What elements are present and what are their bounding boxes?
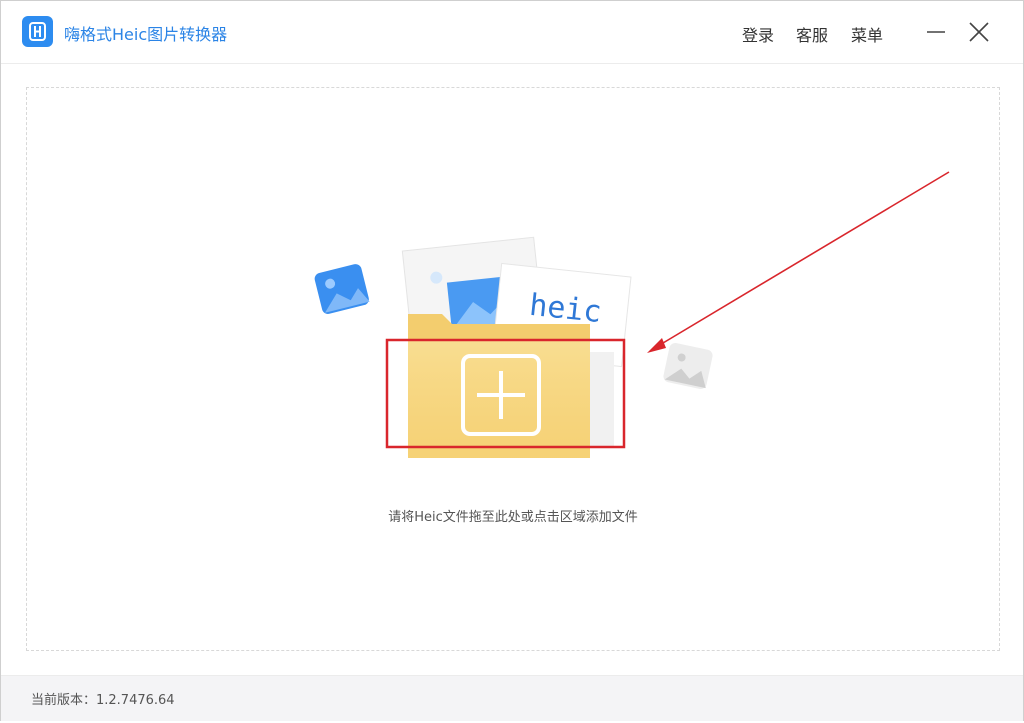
file-drop-zone[interactable]: heic 请将Heic文件拖至此处或点击区域添加文件: [26, 87, 1000, 651]
version-label: 当前版本：1.2.7476.64: [31, 693, 175, 708]
drop-hint-text: 请将Heic文件拖至此处或点击区域添加文件: [388, 510, 638, 525]
app-window: 嗨格式Heic图片转换器 登录 客服 菜单 heic 请将Heic文件拖至此处或…: [0, 0, 1024, 721]
footer-bar: 当前版本：1.2.7476.64: [1, 675, 1023, 721]
grey-image-card-icon: [663, 342, 713, 390]
folder-illustration: heic: [314, 171, 950, 458]
annotation-arrow-icon: [647, 171, 950, 353]
blue-image-card-icon: [314, 264, 370, 314]
